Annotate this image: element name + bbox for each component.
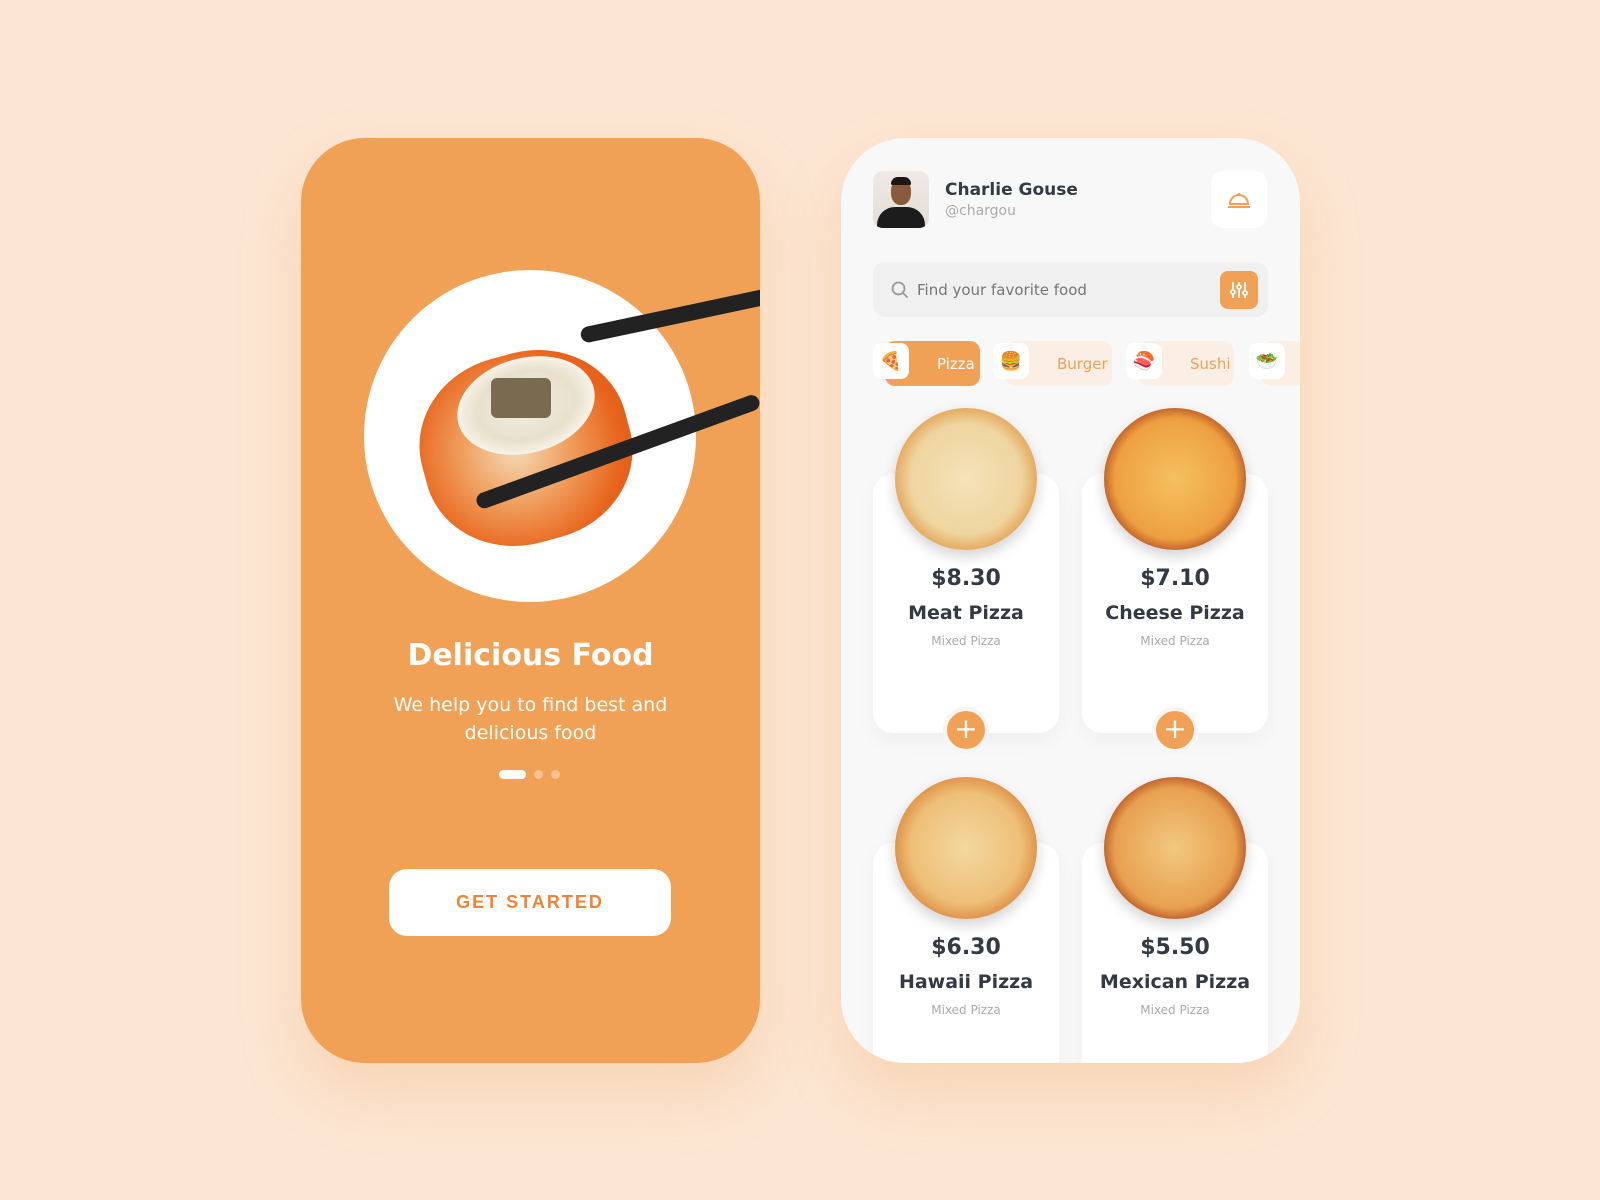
search-icon [891,281,909,298]
onboarding-screen: Delicious Food We help you to find best … [301,138,760,1063]
burger-icon: 🍔 [993,343,1029,379]
category-label: Sushi [1190,354,1231,373]
cheese-pizza-image [1104,408,1246,550]
meat-pizza-image [895,408,1037,550]
item-price: $8.30 [931,566,1001,591]
item-category: Mixed Pizza [931,1003,1001,1017]
home-screen: Charlie Gouse @chargou 🍕 Pizza 🍔 Burger 🍣 S… [841,138,1300,1063]
page-dot[interactable] [551,770,560,779]
user-name: Charlie Gouse [945,180,1078,200]
add-to-cart-button[interactable]: + [943,707,989,753]
search-input[interactable] [917,280,1207,299]
mexican-pizza-image [1104,777,1246,919]
item-category: Mixed Pizza [1140,1003,1210,1017]
sushi-image [399,329,653,567]
onboarding-title: Delicious Food [407,638,654,673]
category-burger[interactable]: 🍔 Burger [993,341,1112,386]
onboarding-subtitle: We help you to find best and delicious f… [393,694,668,744]
item-price: $6.30 [931,935,1001,960]
page-indicator [499,770,560,779]
salad-icon: 🥗 [1249,343,1285,379]
item-name: Mexican Pizza [1099,971,1251,993]
food-cloche-icon [1228,192,1250,208]
avatar[interactable] [873,171,929,228]
food-card[interactable]: $8.30 Meat Pizza Mixed Pizza + [873,408,1059,753]
category-sushi[interactable]: 🍣 Sushi [1126,341,1234,386]
item-name: Cheese Pizza [1105,602,1245,624]
food-card[interactable]: $6.30 Hawaii Pizza Mixed Pizza [873,777,1059,1063]
page-dot[interactable] [534,770,543,779]
page-dot-active[interactable] [499,770,526,779]
item-price: $5.50 [1140,935,1210,960]
get-started-button[interactable]: GET STARTED [389,869,671,936]
user-handle: @chargou [945,203,1016,219]
add-to-cart-button[interactable]: + [1152,707,1198,753]
search-bar [873,262,1268,317]
item-category: Mixed Pizza [1140,634,1210,648]
item-name: Meat Pizza [908,602,1024,624]
sushi-icon: 🍣 [1126,343,1162,379]
cloche-button[interactable] [1211,171,1267,228]
pizza-icon: 🍕 [873,343,909,379]
food-card[interactable]: $7.10 Cheese Pizza Mixed Pizza + [1082,408,1268,753]
item-category: Mixed Pizza [931,634,1001,648]
filter-button[interactable] [1220,271,1258,309]
item-name: Hawaii Pizza [898,971,1034,993]
sliders-icon [1230,282,1248,298]
category-label: Pizza [937,354,975,373]
hawaii-pizza-image [895,777,1037,919]
category-label: Burger [1057,354,1108,373]
food-card[interactable]: $5.50 Mexican Pizza Mixed Pizza [1082,777,1268,1063]
category-pizza[interactable]: 🍕 Pizza [873,341,980,386]
item-price: $7.10 [1140,566,1210,591]
category-salad[interactable]: 🥗S [1249,341,1300,386]
